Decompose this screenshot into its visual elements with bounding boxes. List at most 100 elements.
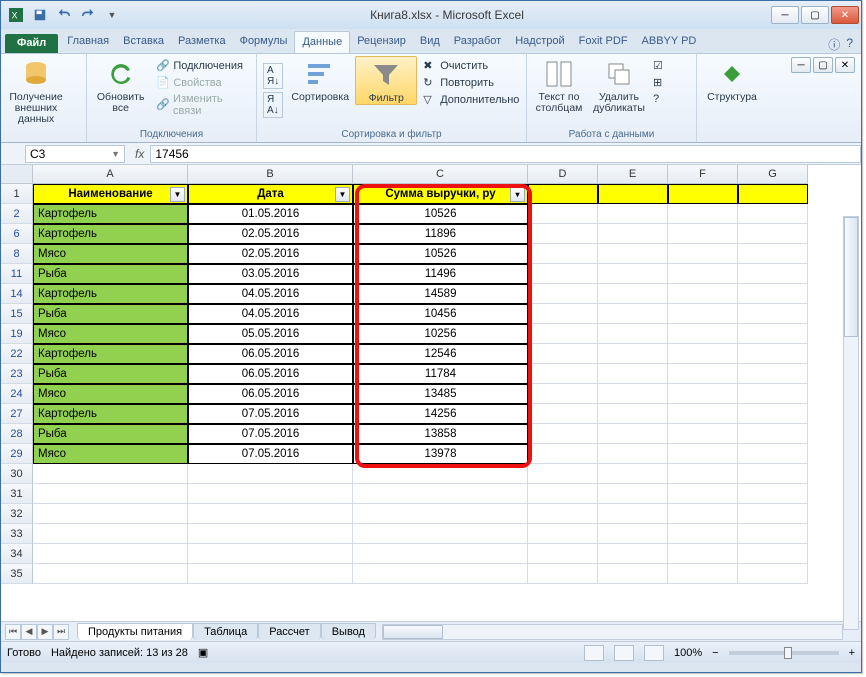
doc-minimize-button[interactable]: ─ xyxy=(791,57,811,73)
cell[interactable] xyxy=(188,564,353,584)
cell[interactable]: Мясо xyxy=(33,444,188,464)
zoom-out-button[interactable]: − xyxy=(712,647,718,659)
cell[interactable] xyxy=(528,244,598,264)
row-header[interactable]: 15 xyxy=(1,304,33,324)
cell[interactable]: 13978 xyxy=(353,444,528,464)
col-header-G[interactable]: G xyxy=(738,165,808,184)
header-cell[interactable]: Наименование▼ xyxy=(33,184,188,204)
col-header-A[interactable]: A xyxy=(33,165,188,184)
cell[interactable]: 04.05.2016 xyxy=(188,284,353,304)
cell[interactable] xyxy=(738,304,808,324)
cell[interactable] xyxy=(598,544,668,564)
whatif-button[interactable]: ? xyxy=(651,92,669,108)
minimize-button[interactable]: ─ xyxy=(771,6,799,24)
cell[interactable]: Рыба xyxy=(33,424,188,444)
row-header[interactable]: 23 xyxy=(1,364,33,384)
cell[interactable] xyxy=(668,544,738,564)
chevron-down-icon[interactable]: ▼ xyxy=(111,149,120,159)
cell[interactable]: Рыба xyxy=(33,304,188,324)
cell[interactable] xyxy=(668,324,738,344)
minimize-ribbon-icon[interactable]: ⓘ xyxy=(828,36,840,53)
cell[interactable] xyxy=(738,444,808,464)
cell[interactable] xyxy=(528,484,598,504)
filter-button[interactable]: Фильтр xyxy=(355,56,417,105)
sort-asc-button[interactable]: АЯ↓ xyxy=(261,62,285,90)
sheet-nav-last[interactable]: ⏭ xyxy=(53,624,69,640)
connections-button[interactable]: 🔗Подключения xyxy=(154,58,252,74)
cell[interactable] xyxy=(188,504,353,524)
scroll-thumb[interactable] xyxy=(844,217,858,337)
cell[interactable]: 07.05.2016 xyxy=(188,424,353,444)
row-header[interactable]: 30 xyxy=(1,464,33,484)
header-cell[interactable]: Сумма выручки, ру▾ xyxy=(353,184,528,204)
cell[interactable] xyxy=(738,564,808,584)
cell[interactable] xyxy=(353,524,528,544)
text-to-columns-button[interactable]: Текст по столбцам xyxy=(531,56,587,114)
doc-close-button[interactable]: ✕ xyxy=(835,57,855,73)
cell[interactable] xyxy=(668,244,738,264)
row-header[interactable]: 19 xyxy=(1,324,33,344)
cell[interactable] xyxy=(738,324,808,344)
cell[interactable] xyxy=(598,524,668,544)
cell[interactable] xyxy=(33,484,188,504)
col-header-B[interactable]: B xyxy=(188,165,353,184)
qat-dropdown-icon[interactable]: ▼ xyxy=(101,4,123,26)
row-header[interactable]: 11 xyxy=(1,264,33,284)
cell[interactable]: 10456 xyxy=(353,304,528,324)
cell[interactable]: 14256 xyxy=(353,404,528,424)
row-header[interactable]: 31 xyxy=(1,484,33,504)
row-header[interactable]: 22 xyxy=(1,344,33,364)
col-header-E[interactable]: E xyxy=(598,165,668,184)
tab-формулы[interactable]: Формулы xyxy=(233,31,295,53)
cell[interactable] xyxy=(738,384,808,404)
cell[interactable] xyxy=(668,524,738,544)
tab-abbyy pd[interactable]: ABBYY PD xyxy=(635,31,704,53)
cell[interactable] xyxy=(598,444,668,464)
cell[interactable]: 01.05.2016 xyxy=(188,204,353,224)
cell[interactable] xyxy=(528,524,598,544)
cell[interactable] xyxy=(33,504,188,524)
cell[interactable]: Рыба xyxy=(33,264,188,284)
cell[interactable] xyxy=(528,264,598,284)
cell[interactable] xyxy=(738,184,808,204)
cell[interactable] xyxy=(528,364,598,384)
formula-input[interactable]: 17456 xyxy=(150,145,861,163)
fx-icon[interactable]: fx xyxy=(135,147,144,161)
tab-разработ[interactable]: Разработ xyxy=(447,31,508,53)
cell[interactable] xyxy=(528,544,598,564)
col-header-D[interactable]: D xyxy=(528,165,598,184)
cell[interactable]: 07.05.2016 xyxy=(188,444,353,464)
cell[interactable] xyxy=(738,224,808,244)
cell[interactable] xyxy=(353,564,528,584)
sort-button[interactable]: Сортировка xyxy=(289,56,351,103)
cell[interactable]: 02.05.2016 xyxy=(188,244,353,264)
cell[interactable] xyxy=(528,504,598,524)
cell[interactable] xyxy=(598,424,668,444)
maximize-button[interactable]: ▢ xyxy=(801,6,829,24)
row-header[interactable]: 33 xyxy=(1,524,33,544)
cell[interactable] xyxy=(528,304,598,324)
row-header[interactable]: 2 xyxy=(1,204,33,224)
cell[interactable] xyxy=(738,244,808,264)
macro-record-icon[interactable]: ▣ xyxy=(198,646,208,659)
cell[interactable] xyxy=(353,504,528,524)
cell[interactable] xyxy=(528,404,598,424)
tab-главная[interactable]: Главная xyxy=(60,31,116,53)
col-header-F[interactable]: F xyxy=(668,165,738,184)
properties-button[interactable]: 📄Свойства xyxy=(154,75,252,91)
tab-данные[interactable]: Данные xyxy=(294,31,350,53)
cell[interactable] xyxy=(188,524,353,544)
cell[interactable] xyxy=(668,564,738,584)
cell[interactable] xyxy=(668,184,738,204)
vertical-scrollbar[interactable] xyxy=(843,216,859,630)
sheet-tab[interactable]: Вывод xyxy=(321,623,376,640)
cell[interactable] xyxy=(598,564,668,584)
cell[interactable] xyxy=(188,464,353,484)
row-header[interactable]: 29 xyxy=(1,444,33,464)
cell[interactable]: Картофель xyxy=(33,404,188,424)
cell[interactable] xyxy=(668,404,738,424)
cell[interactable]: Рыба xyxy=(33,364,188,384)
hscroll-thumb[interactable] xyxy=(383,625,443,639)
cell[interactable] xyxy=(598,364,668,384)
cell[interactable] xyxy=(738,284,808,304)
